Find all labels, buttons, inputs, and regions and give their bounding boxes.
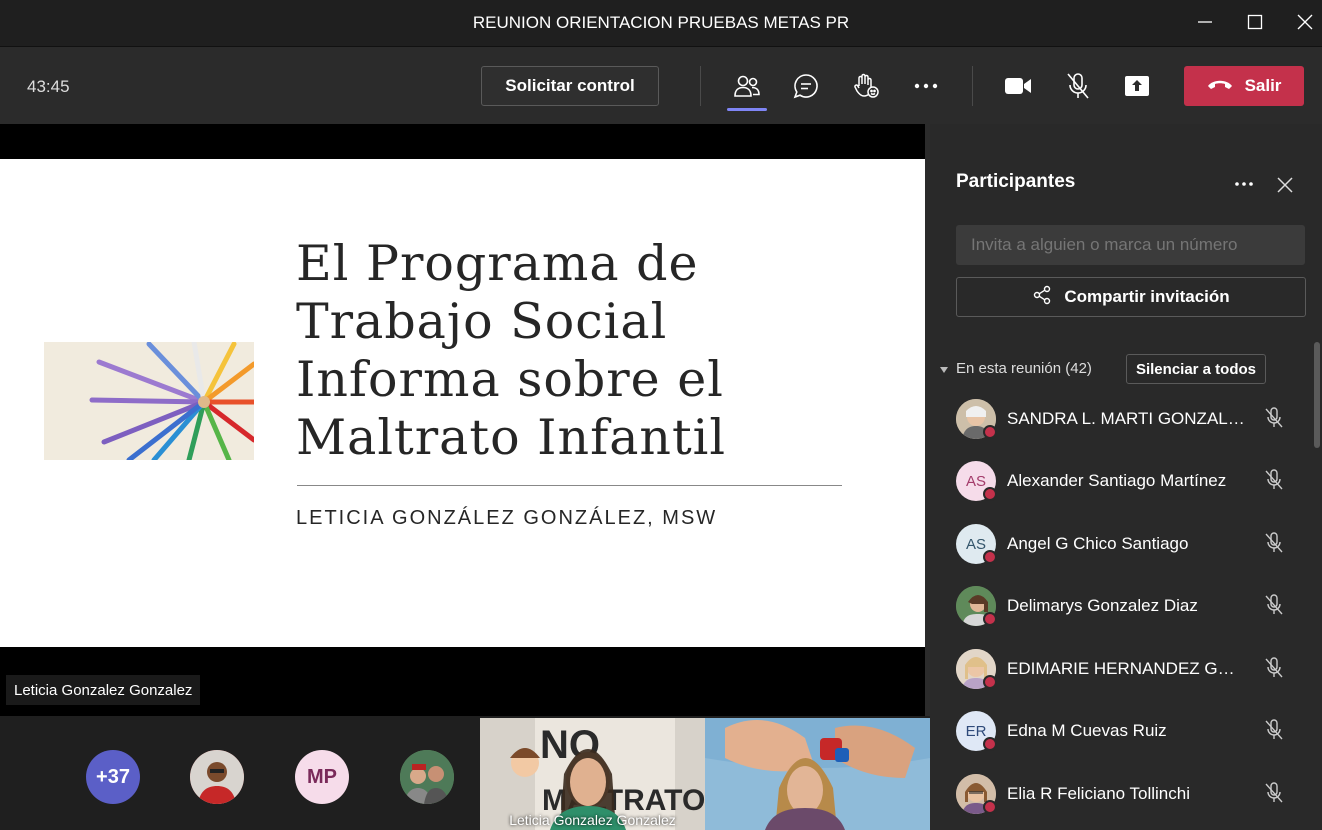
- mic-off-icon[interactable]: [1262, 531, 1286, 555]
- participants-panel: Participantes Compartir invitación En es…: [930, 124, 1322, 830]
- presentation-slide: El Programa de Trabajo Social Informa so…: [0, 159, 925, 647]
- status-dot: [983, 800, 997, 814]
- mute-all-button[interactable]: Silenciar a todos: [1126, 354, 1266, 384]
- status-dot: [983, 550, 997, 564]
- window-title: REUNION ORIENTACION PRUEBAS METAS PR: [472, 13, 850, 32]
- video-strip: +37 MP NO MALTRATO Leticia Gonzalez Gonz…: [0, 716, 930, 830]
- participant-name: Alexander Santiago Martínez: [1007, 471, 1227, 490]
- participant-name: Edna M Cuevas Ruiz: [1007, 721, 1167, 740]
- slide-divider: [297, 485, 842, 486]
- close-window-icon[interactable]: [1289, 8, 1321, 36]
- status-dot: [983, 675, 997, 689]
- share-invite-button[interactable]: Compartir invitación: [956, 277, 1306, 317]
- meeting-timer: 43:45: [27, 77, 70, 96]
- status-dot: [983, 612, 997, 626]
- panel-scrollbar[interactable]: [1314, 342, 1320, 448]
- share-invite-label: Compartir invitación: [1064, 287, 1230, 306]
- shared-content-stage: El Programa de Trabajo Social Informa so…: [0, 124, 930, 716]
- participant-name: Elia R Feliciano Tollinchi: [1007, 784, 1190, 803]
- people-icon[interactable]: [727, 67, 767, 105]
- request-control-button[interactable]: Solicitar control: [481, 66, 659, 106]
- share-tray-icon[interactable]: [1117, 67, 1157, 105]
- participant-row[interactable]: Delimarys Gonzalez Diaz: [956, 582, 1296, 630]
- initials-avatar[interactable]: MP: [295, 750, 349, 804]
- caret-down-icon: [940, 360, 948, 377]
- panel-title: Participantes: [956, 171, 1076, 192]
- slide-title-line: El Programa de: [296, 235, 699, 292]
- slide-title-line: Informa sobre el: [296, 351, 724, 408]
- presenter-name-tag: Leticia Gonzalez Gonzalez: [6, 675, 201, 705]
- invite-input[interactable]: [956, 225, 1305, 265]
- slide-title-line: Maltrato Infantil: [296, 409, 727, 466]
- video-tile-name: Leticia Gonzalez Gonzalez: [509, 812, 676, 828]
- overflow-participants-badge[interactable]: +37: [86, 750, 140, 804]
- mic-off-icon[interactable]: [1058, 67, 1098, 105]
- slide-title-line: Trabajo Social: [296, 293, 668, 350]
- mic-off-icon[interactable]: [1262, 593, 1286, 617]
- participant-row[interactable]: Elia R Feliciano Tollinchi: [956, 770, 1296, 818]
- status-dot: [983, 737, 997, 751]
- panel-more-icon[interactable]: [1232, 174, 1256, 194]
- phone-hangup-icon: [1207, 76, 1233, 96]
- more-options-icon[interactable]: [906, 67, 946, 105]
- participant-name: Angel G Chico Santiago: [1007, 534, 1189, 553]
- mic-off-icon[interactable]: [1262, 656, 1286, 680]
- title-bar: REUNION ORIENTACION PRUEBAS METAS PR: [0, 0, 1322, 46]
- maximize-icon[interactable]: [1239, 8, 1271, 36]
- participant-row[interactable]: SANDRA L. MARTI GONZALEZ: [956, 395, 1296, 443]
- participant-row[interactable]: ER Edna M Cuevas Ruiz: [956, 707, 1296, 755]
- mic-off-icon[interactable]: [1262, 468, 1286, 492]
- participant-name: SANDRA L. MARTI GONZALEZ: [1007, 409, 1247, 428]
- meeting-toolbar: 43:45 Solicitar control Salir: [0, 46, 1322, 124]
- participant-row[interactable]: AS Angel G Chico Santiago: [956, 520, 1296, 568]
- participant-row[interactable]: EDIMARIE HERNANDEZ GON...: [956, 645, 1296, 693]
- people-active-indicator: [727, 108, 767, 111]
- participant-row[interactable]: AS Alexander Santiago Martínez: [956, 457, 1296, 505]
- close-panel-icon[interactable]: [1274, 174, 1296, 196]
- avatar[interactable]: [190, 750, 244, 804]
- toolbar-divider: [700, 66, 701, 106]
- leave-button[interactable]: Salir: [1184, 66, 1304, 106]
- slide-author: LETICIA GONZÁLEZ GONZÁLEZ, MSW: [296, 507, 718, 529]
- toolbar-divider: [972, 66, 973, 106]
- participant-name: Delimarys Gonzalez Diaz: [1007, 596, 1198, 615]
- mic-off-icon[interactable]: [1262, 718, 1286, 742]
- slide-title: El Programa de Trabajo Social Informa so…: [296, 235, 896, 467]
- status-dot: [983, 425, 997, 439]
- avatar[interactable]: [400, 750, 454, 804]
- minimize-icon[interactable]: [1189, 8, 1221, 36]
- mic-off-icon[interactable]: [1262, 406, 1286, 430]
- video-tile[interactable]: [705, 718, 930, 830]
- raise-hand-icon[interactable]: [846, 67, 886, 105]
- chat-icon[interactable]: [786, 67, 826, 105]
- section-label: En esta reunión (42): [956, 360, 1092, 377]
- status-dot: [983, 487, 997, 501]
- leave-label: Salir: [1244, 76, 1282, 95]
- video-tile[interactable]: NO MALTRATO Leticia Gonzalez Gonzalez: [480, 718, 705, 830]
- in-meeting-section-toggle[interactable]: En esta reunión (42): [940, 360, 1092, 377]
- mic-off-icon[interactable]: [1262, 781, 1286, 805]
- participant-name: EDIMARIE HERNANDEZ GON...: [1007, 659, 1247, 678]
- camera-icon[interactable]: [998, 67, 1038, 105]
- colored-pencils-image: [44, 342, 254, 460]
- share-icon: [1032, 285, 1052, 310]
